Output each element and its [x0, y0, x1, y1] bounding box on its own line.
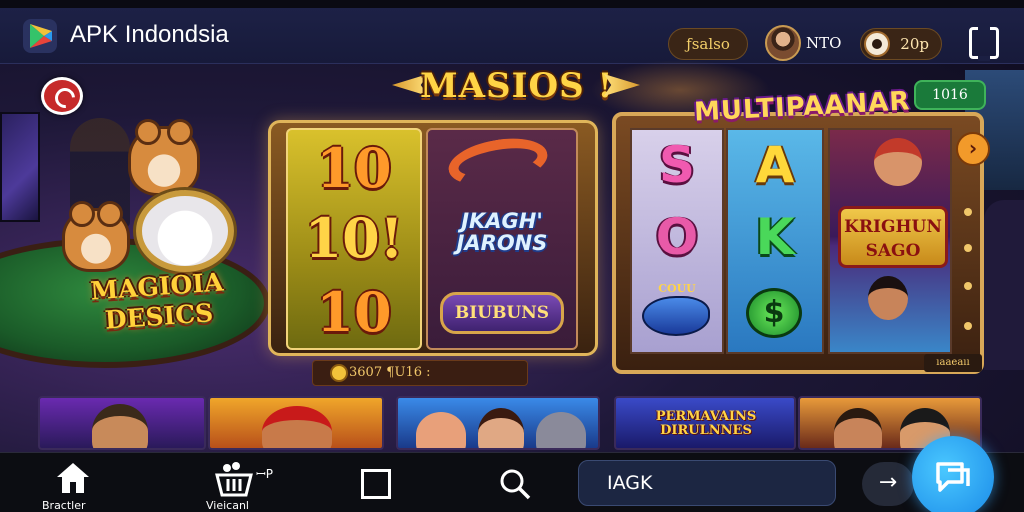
- status-bar: [0, 0, 1024, 8]
- reel-symbol-o: O: [655, 208, 699, 266]
- game-thumbnail[interactable]: [208, 396, 384, 450]
- person-portrait: [262, 406, 332, 448]
- bonus-button[interactable]: BIUBUNS: [440, 292, 564, 334]
- fish-icon: [642, 296, 710, 336]
- person-portrait: [834, 408, 882, 448]
- nav-home[interactable]: Bractler: [30, 453, 116, 512]
- coin-icon: [864, 31, 890, 57]
- dog-portrait: [416, 412, 466, 448]
- wolf-portrait: [536, 412, 586, 448]
- avatar[interactable]: [765, 25, 801, 61]
- dot-indicator: [964, 282, 972, 290]
- coin-icon: [330, 364, 348, 382]
- app-title: APK Indondsia: [70, 21, 229, 48]
- dot-indicator: [964, 208, 972, 216]
- page-title: MASIOS !: [420, 66, 614, 106]
- shield-icon[interactable]: [41, 77, 83, 115]
- dot-indicator: [964, 244, 972, 252]
- reel-symbol-10: 10: [316, 280, 392, 344]
- balance-pill[interactable]: ƒsalso: [668, 28, 748, 60]
- person-portrait: [478, 408, 524, 448]
- reel-symbol-s: S: [658, 136, 695, 194]
- nav-home-label: Bractler: [42, 499, 86, 512]
- reel-symbol-a: A: [755, 136, 795, 194]
- reel-label: JKAGH' JARONS: [456, 209, 548, 255]
- home-icon: [57, 463, 89, 493]
- play-store-logo-icon[interactable]: [22, 18, 58, 54]
- nav-basket-label: Vieicanl: [206, 499, 249, 512]
- top-app-bar: APK Indondsia ƒsalso NTO 20p: [0, 8, 1024, 64]
- polar-bear-mascot: [136, 190, 234, 272]
- app-screen: APK Indondsia ƒsalso NTO 20p MAGIOIA DES…: [0, 0, 1024, 512]
- nav-recents[interactable]: [356, 453, 396, 512]
- game-thumbnail[interactable]: [38, 396, 206, 450]
- basket-icon: [215, 462, 253, 497]
- dot-indicator: [964, 322, 972, 330]
- arrow-right-icon[interactable]: →: [862, 462, 914, 506]
- nav-basket[interactable]: ꟷP Vieicanl: [200, 453, 280, 512]
- dog-mascot: [62, 201, 130, 272]
- chat-icon: [936, 462, 970, 492]
- reel-symbol-10-bang: 10!: [304, 206, 404, 270]
- bear-mascot: [128, 119, 200, 196]
- search-icon: [500, 469, 531, 500]
- chat-fab-button[interactable]: [912, 436, 994, 512]
- reel-symbol-10: 10: [316, 136, 392, 200]
- dollar-icon: $: [746, 288, 802, 338]
- nav-search[interactable]: [494, 453, 534, 512]
- user-name: NTO: [806, 34, 842, 52]
- nav-basket-badge: ꟷP: [256, 467, 274, 481]
- game-thumbnail[interactable]: [396, 396, 600, 450]
- multiplier-badge[interactable]: 1016: [914, 80, 986, 110]
- search-input[interactable]: IAGK: [578, 460, 836, 506]
- fish-label: COUU: [658, 282, 696, 295]
- chevron-right-icon[interactable]: ›: [956, 132, 990, 166]
- thumbnail-caption: PERMAVAINS DIRULNNES: [655, 409, 757, 438]
- background-monitor: [0, 112, 40, 222]
- person-portrait: [92, 404, 148, 448]
- frame-icon[interactable]: [969, 25, 999, 61]
- background-person-right: [984, 200, 1024, 370]
- reel-symbol-k: K: [755, 208, 795, 266]
- photo-banner: KRIGHUN SAGO: [838, 206, 948, 268]
- slot-footer: ıaaeaıı: [924, 354, 982, 372]
- cowboy-portrait: [874, 138, 922, 186]
- player-portrait: [868, 276, 908, 320]
- square-icon: [361, 469, 391, 499]
